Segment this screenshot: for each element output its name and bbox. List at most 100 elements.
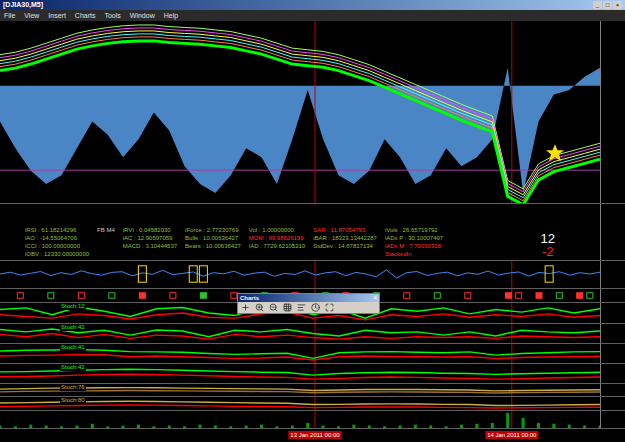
menu-item[interactable]: Window [130,11,155,20]
volume-bar [106,426,109,428]
menu-item[interactable]: Help [164,11,178,20]
indicator-value: iRVI : 0.04582030 [123,226,177,234]
menu-item[interactable]: Charts [75,11,96,20]
signal-square [48,293,54,299]
moving-average-line [0,25,600,189]
volume-bar [399,425,402,428]
indicator-value: iAD : 7729.62105210 [249,242,305,250]
volume-panel [0,411,625,429]
signal-square [200,293,206,299]
stochastic-label: Stoch:42 [60,364,86,371]
stochastic-line [0,334,600,340]
window-title: [DJIA30,M5] [3,1,43,9]
charts-toolbar[interactable]: Charts× [237,293,380,314]
indicator-value: iBAR : 18323.13442287 [313,234,377,242]
day-separator [315,21,316,203]
volume-bar [414,425,417,428]
volume-bar [552,424,555,428]
stochastic-chart [0,384,600,396]
indicator-value: SAR : 11.87054793 [313,226,377,234]
indicator-value: StdDev : 14.67817134 [313,242,377,250]
window-button[interactable]: _ [593,1,602,9]
window-button[interactable]: □ [603,1,612,9]
grid-icon[interactable] [283,303,292,312]
signal-square [587,293,593,299]
stochastic-chart [0,397,600,410]
period-icon[interactable] [311,303,320,312]
signal-square [231,293,237,299]
stochastic-panel: Stoch:42 [0,324,625,344]
time-axis: 13 Jan 2011 00:0014 Jan 2011 00:00 [0,429,625,441]
menu-item[interactable]: Insert [48,11,66,20]
signal-square [139,293,145,299]
add-icon[interactable] [241,303,250,312]
stochastic-panel: Stoch:41 [0,344,625,364]
window-button[interactable]: × [613,1,622,9]
signal-square [170,293,176,299]
volume-bar [383,426,386,428]
oscillator-panel [0,261,625,289]
volume-bar [45,425,48,428]
price-axis [600,204,625,260]
volume-bar [537,423,540,428]
moving-average-line [0,31,600,195]
volume-bar [368,425,371,428]
indicator-value: iForce : 2.77230769 [185,226,241,234]
signal-square [516,293,522,299]
indicator-value: FB M4 [97,226,115,234]
volume-bar [245,425,248,428]
volume-chart [0,411,600,428]
day-separator [511,324,512,343]
stochastic-line [0,354,600,360]
stochastic-line [0,405,600,408]
volume-bar [91,424,94,428]
menu-item[interactable]: View [24,11,39,20]
volume-bar [14,426,17,428]
price-axis [600,364,625,383]
stochastic-label: Stoch:80 [60,397,86,404]
day-separator [511,303,512,323]
oscillator-chart [0,261,600,288]
volume-bar [475,424,478,428]
signal-square [17,293,23,299]
indicator-value: iRSI : 61.18214296 [25,226,89,234]
indicator-value: MACD : 3.10444537 [123,242,177,250]
menu-item[interactable]: File [4,11,15,20]
volume-bar [152,426,155,428]
stochastic-panel: Stoch:80 [0,397,625,411]
indicator-value: iAO : -14.55064706 [25,234,89,242]
shift-icon[interactable] [297,303,306,312]
volume-bar [137,425,140,428]
toolbar-close-button[interactable]: × [373,294,377,302]
signal-square [434,293,440,299]
signal-square [109,293,115,299]
histogram-area [0,68,600,193]
stochastic-line [0,391,600,393]
indicator-value: iADx M : 7.70030338 [385,242,443,250]
signal-square [78,293,84,299]
indicator-value: StackedIn [385,250,443,258]
volume-bar [275,426,278,428]
indicator-value: Bears : 10.00636427 [185,242,241,250]
stochastic-label: Stoch:41 [60,344,86,351]
price-axis [600,344,625,363]
volume-bar [306,423,309,428]
signal-marker [189,266,197,282]
price-axis [600,397,625,410]
autoscroll-icon[interactable] [325,303,334,312]
zoom-out-icon[interactable] [269,303,278,312]
day-separator [511,411,512,428]
day-separator [315,411,316,428]
signal-marker [545,266,553,282]
time-label: 13 Jan 2011 00:00 [288,431,341,439]
signal-square [505,293,511,299]
menu-item[interactable]: Tools [104,11,120,20]
signal-square [577,293,583,299]
indicator-column: iRVI : 0.04582030iAC : 12.90597059MACD :… [123,226,177,258]
indicator-value: Bulls : 10.00636427 [185,234,241,242]
signal-square [404,293,410,299]
price-axis [600,21,625,203]
zoom-in-icon[interactable] [255,303,264,312]
volume-bar [352,425,355,428]
price-panel [0,21,625,204]
